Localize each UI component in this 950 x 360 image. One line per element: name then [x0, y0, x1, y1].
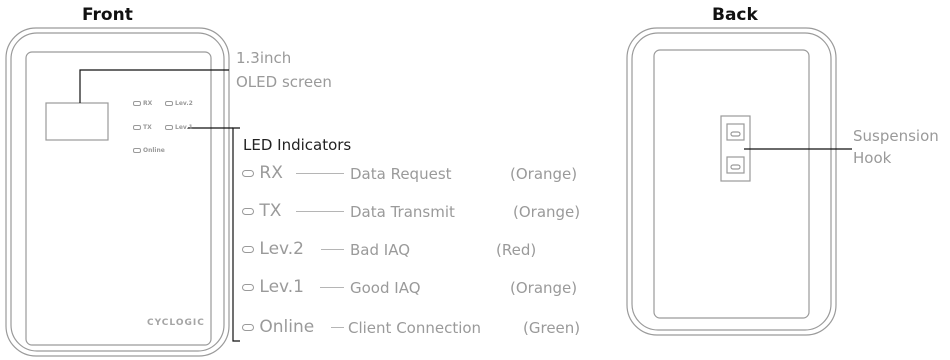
led-color-online: (Green) [523, 319, 581, 337]
led-dash-lev2 [321, 249, 344, 250]
front-outer-shell-inner [10, 32, 225, 352]
led-bracket [232, 127, 240, 342]
led-code-lev1: Lev.1 [242, 278, 304, 296]
led-color-rx: (Orange) [510, 165, 578, 183]
panel-label-tx: TX [133, 124, 152, 132]
callout-lines [79, 69, 852, 342]
led-dash-lev1 [320, 287, 344, 288]
back-face-panel [653, 49, 810, 319]
hook-callout-line2: Hook [853, 149, 892, 167]
hook-slot-lower-detail [730, 164, 741, 170]
panel-label-lev1: Lev.1 [165, 124, 193, 132]
led-desc-online: Client Connection [348, 319, 482, 337]
led-code-lev2: Lev.2 [242, 240, 304, 258]
screen-callout-line [79, 69, 229, 103]
hook-slot-upper-detail [730, 131, 741, 137]
front-face-panel [25, 51, 212, 346]
led-dash-rx [296, 173, 344, 174]
led-color-tx: (Orange) [513, 203, 581, 221]
led-desc-lev1: Good IAQ [350, 279, 421, 297]
screen-callout-line1: 1.3inch [236, 49, 292, 67]
led-desc-tx: Data Transmit [350, 203, 455, 221]
back-device [626, 27, 837, 336]
panel-label-online: Online [133, 147, 165, 155]
brand-logo: CYCLOGIC [147, 318, 205, 328]
led-dash-online [331, 327, 344, 328]
led-color-lev1: (Orange) [510, 279, 578, 297]
hook-callout-line1: Suspension [853, 127, 939, 145]
led-heading: LED Indicators [243, 136, 352, 154]
device-drawings [5, 27, 852, 357]
led-desc-rx: Data Request [350, 165, 452, 183]
panel-label-rx: RX [133, 100, 152, 108]
front-outer-shell [5, 27, 230, 357]
led-dash-tx [296, 211, 344, 212]
led-color-lev2: (Red) [496, 241, 537, 259]
panel-label-lev2: Lev.2 [165, 100, 193, 108]
oled-screen [45, 102, 109, 141]
screen-callout-line2: OLED screen [236, 73, 332, 91]
front-device [5, 27, 230, 357]
led-code-online: Online [242, 318, 314, 336]
led-code-tx: TX [242, 202, 281, 220]
led-desc-lev2: Bad IAQ [350, 241, 410, 259]
led-code-rx: RX [242, 164, 283, 182]
